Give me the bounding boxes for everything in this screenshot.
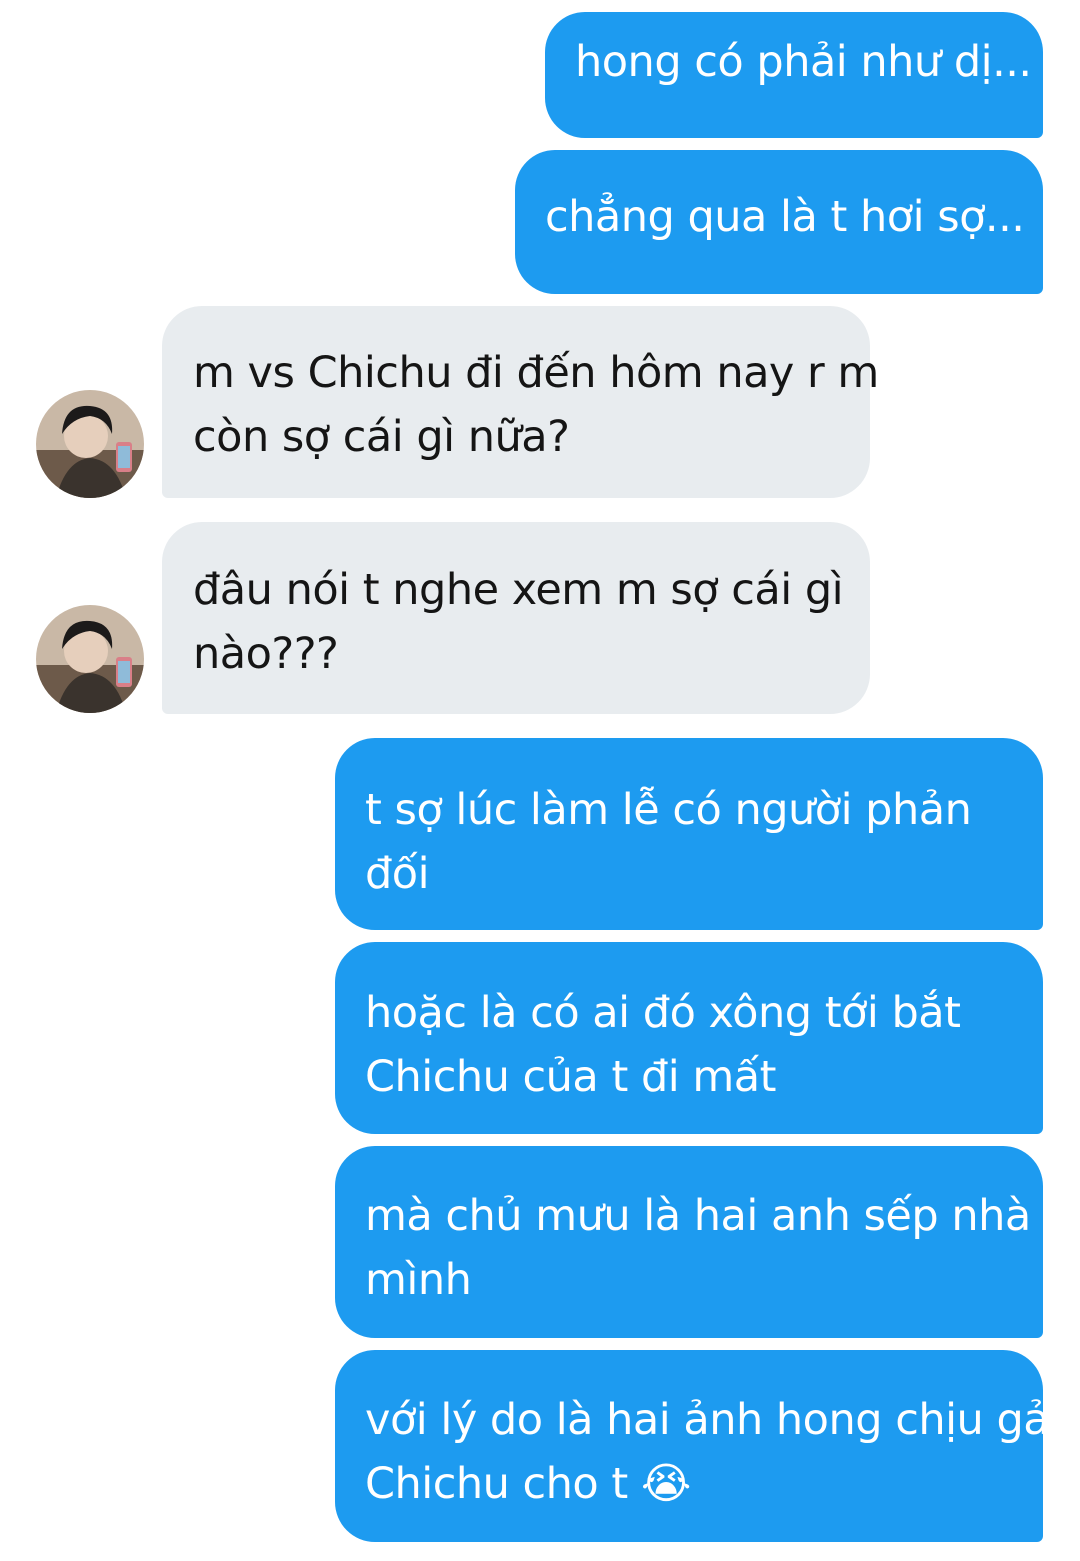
message-text-line: với lý do là hai ảnh hong chịu gả xyxy=(365,1395,1050,1445)
outgoing-message[interactable]: với lý do là hai ảnh hong chịu gả Chichu… xyxy=(335,1350,1050,1542)
message-text-line: hong có phải như dị... xyxy=(575,37,1032,87)
avatar-photo-icon xyxy=(36,605,144,713)
outgoing-message[interactable]: t sợ lúc làm lễ có người phản đối xyxy=(335,738,1043,930)
message-text-line: m vs Chichu đi đến hôm nay r m xyxy=(193,348,879,398)
incoming-message[interactable]: đâu nói t nghe xem m sợ cái gì nào??? xyxy=(162,522,870,714)
message-text-line: t sợ lúc làm lễ có người phản xyxy=(365,785,972,835)
contact-avatar[interactable] xyxy=(36,605,144,713)
message-text-line: Chichu của t đi mất xyxy=(365,1052,777,1102)
message-text-line: đối xyxy=(365,849,430,899)
incoming-message[interactable]: m vs Chichu đi đến hôm nay r m còn sợ cá… xyxy=(162,306,879,498)
avatar-photo-icon xyxy=(36,390,144,498)
message-text-line: Chichu cho t 😭 xyxy=(365,1459,691,1509)
contact-avatar[interactable] xyxy=(36,390,144,498)
outgoing-message[interactable]: hong có phải như dị... xyxy=(545,12,1043,138)
outgoing-message[interactable]: chẳng qua là t hơi sợ... xyxy=(515,150,1043,294)
message-text-line: hoặc là có ai đó xông tới bắt xyxy=(365,988,961,1038)
message-text-line: đâu nói t nghe xem m sợ cái gì xyxy=(193,565,844,615)
outgoing-message[interactable]: hoặc là có ai đó xông tới bắt Chichu của… xyxy=(335,942,1043,1134)
message-text-line: nào??? xyxy=(193,629,339,679)
outgoing-message[interactable]: mà chủ mưu là hai anh sếp nhà mình xyxy=(335,1146,1043,1338)
message-text-line: mình xyxy=(365,1255,472,1305)
message-text-line: mà chủ mưu là hai anh sếp nhà xyxy=(365,1191,1031,1241)
message-text-line: còn sợ cái gì nữa? xyxy=(193,412,570,462)
message-text-line: chẳng qua là t hơi sợ... xyxy=(545,192,1025,242)
